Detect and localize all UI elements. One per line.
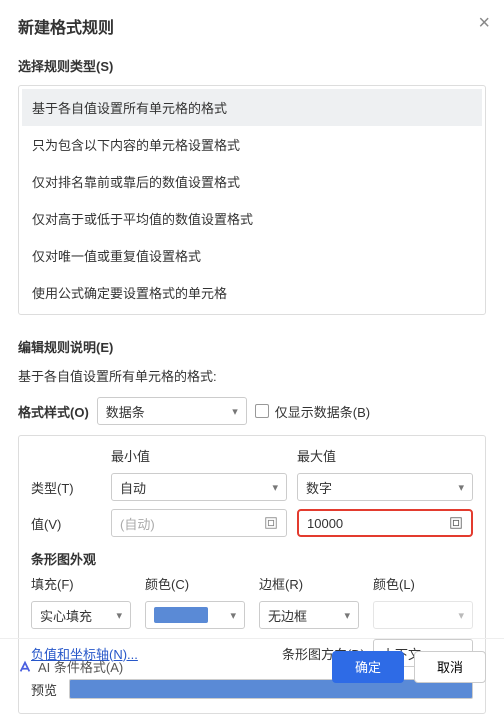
border-label: 边框(R) (259, 574, 359, 593)
chevron-down-icon: ▾ (458, 481, 464, 494)
rule-type-item[interactable]: 仅对高于或低于平均值的数值设置格式 (22, 200, 482, 237)
border-color-select[interactable]: ▾ (373, 601, 473, 629)
rule-type-item[interactable]: 仅对排名靠前或靠后的数值设置格式 (22, 163, 482, 200)
rule-type-item[interactable]: 只为包含以下内容的单元格设置格式 (22, 126, 482, 163)
max-type-value: 数字 (306, 478, 332, 497)
format-style-value: 数据条 (106, 402, 145, 421)
min-value-input: (自动) (111, 509, 287, 537)
format-style-label: 格式样式(O) (18, 402, 89, 421)
color-l-label: 颜色(L) (373, 574, 473, 593)
chevron-down-icon: ▾ (458, 609, 464, 622)
range-select-icon (264, 516, 278, 530)
close-icon[interactable]: × (478, 12, 490, 35)
rule-type-item[interactable]: 使用公式确定要设置格式的单元格 (22, 274, 482, 311)
max-value-input[interactable]: 10000 (297, 509, 473, 537)
dialog-footer: AI 条件格式(A) 确定 取消 (0, 638, 504, 694)
cancel-button[interactable]: 取消 (414, 651, 486, 683)
min-type-select[interactable]: 自动 ▾ (111, 473, 287, 501)
range-select-icon[interactable] (449, 516, 463, 530)
rule-description: 基于各自值设置所有单元格的格式: (18, 366, 486, 385)
max-col-header: 最大值 (297, 446, 473, 465)
rule-type-list: 基于各自值设置所有单元格的格式 只为包含以下内容的单元格设置格式 仅对排名靠前或… (18, 85, 486, 315)
fill-value: 实心填充 (40, 606, 92, 625)
fill-label: 填充(F) (31, 574, 131, 593)
type-row-label: 类型(T) (31, 478, 101, 497)
border-select[interactable]: 无边框 ▾ (259, 601, 359, 629)
format-style-select[interactable]: 数据条 ▾ (97, 397, 247, 425)
ai-icon (18, 660, 32, 674)
select-rule-type-heading: 选择规则类型(S) (18, 56, 486, 75)
chevron-down-icon: ▾ (272, 481, 278, 494)
rule-type-item[interactable]: 仅对唯一值或重复值设置格式 (22, 237, 482, 274)
checkbox-icon (255, 404, 269, 418)
show-bar-only-checkbox[interactable]: 仅显示数据条(B) (255, 402, 370, 421)
min-value-placeholder: (自动) (120, 514, 155, 533)
chevron-down-icon: ▾ (230, 609, 236, 622)
min-type-value: 自动 (120, 478, 146, 497)
bar-color-select[interactable]: ▾ (145, 601, 245, 629)
ai-format-link[interactable]: AI 条件格式(A) (18, 657, 123, 676)
chevron-down-icon: ▾ (116, 609, 122, 622)
color-swatch (154, 607, 208, 623)
ok-button[interactable]: 确定 (332, 651, 404, 683)
chevron-down-icon: ▾ (344, 609, 350, 622)
chevron-down-icon: ▾ (232, 405, 238, 418)
edit-rule-heading: 编辑规则说明(E) (18, 337, 486, 356)
fill-select[interactable]: 实心填充 ▾ (31, 601, 131, 629)
color-c-label: 颜色(C) (145, 574, 245, 593)
ai-format-label: AI 条件格式(A) (38, 657, 123, 676)
min-col-header: 最小值 (111, 446, 287, 465)
max-value-text: 10000 (307, 516, 343, 531)
value-row-label: 值(V) (31, 514, 101, 533)
max-type-select[interactable]: 数字 ▾ (297, 473, 473, 501)
border-value: 无边框 (268, 606, 307, 625)
rule-type-item[interactable]: 基于各自值设置所有单元格的格式 (22, 89, 482, 126)
bar-appearance-heading: 条形图外观 (31, 549, 473, 568)
show-bar-only-label: 仅显示数据条(B) (275, 402, 370, 421)
dialog-title: 新建格式规则 (18, 14, 486, 38)
